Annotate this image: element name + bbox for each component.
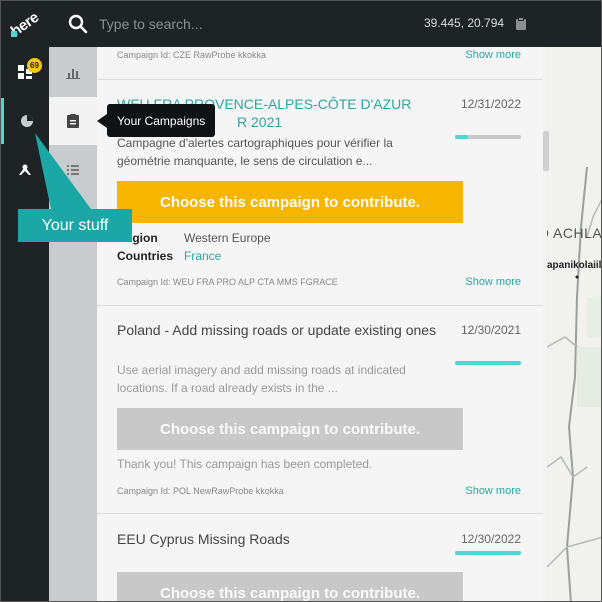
your-stuff-callout: Your stuff [18,209,132,242]
choose-campaign-button[interactable]: Choose this campaign to contribute. [117,572,463,601]
tools-button[interactable] [1,147,49,193]
show-more-link[interactable]: Show more [465,276,521,288]
map-place-label-small: apanikolaiil [547,260,602,271]
notification-badge: 69 [27,58,42,73]
campaign-progress-bar [455,135,521,139]
campaign-completed-message: Thank you! This campaign has been comple… [117,457,373,471]
campaign-id: Campaign Id: POL NewRawProbe kkokka [117,486,284,496]
campaign-end-date: 12/31/2022 [460,97,521,111]
progress-fill [455,361,521,365]
campaign-end-date: 12/30/2021 [460,323,521,337]
campaign-id: Campaign Id: CZE RawProbe kkokka [117,50,267,60]
progress-fill [455,551,521,555]
region-value: Western Europe [184,231,271,245]
map-place-label: O ACHLA [538,225,602,241]
panel-scrollbar[interactable] [543,131,549,171]
choose-campaign-button[interactable]: Choose this campaign to contribute. [117,408,463,450]
here-logo[interactable]: here [1,1,49,47]
pie-chart-icon [20,115,33,127]
campaign-id: Campaign Id: WEU FRA PRO ALP CTA MMS FGR… [117,277,338,287]
your-campaigns-tooltip: Your Campaigns [107,104,216,137]
statistics-tab[interactable] [49,49,97,97]
country-link[interactable]: France [184,249,221,263]
dashboard-button[interactable] [1,49,49,95]
show-more-link[interactable]: Show more [465,49,521,61]
campaign-description: Use aerial imagery and add missing roads… [117,363,406,395]
app-window: O ACHLA apanikolaiil 39.445, 20.794 here… [0,0,602,602]
campaign-card-partial: Campaign Id: CZE RawProbe kkokka Show mo… [97,47,543,77]
your-stuff-button[interactable] [1,98,49,144]
list-icon [67,165,79,175]
your-campaigns-tab[interactable] [49,97,97,145]
campaign-end-date: 12/30/2022 [460,532,521,546]
coordinates-readout: 39.445, 20.794 [424,16,505,30]
clipboard-list-icon [67,114,79,128]
copy-coordinates-icon[interactable] [514,17,528,36]
tools-icon [19,164,31,175]
top-bar: 39.445, 20.794 [49,1,601,47]
map-view[interactable] [547,47,601,601]
search-icon[interactable] [68,14,88,39]
tooltip-arrow [97,114,107,128]
search-input[interactable] [99,12,359,36]
progress-fill [455,135,469,139]
campaign-card-cyprus: EEU Cyprus Missing Roads 12/30/2022 Choo… [97,514,543,601]
map-roads [547,166,601,601]
secondary-sidebar [49,47,97,601]
campaign-progress-bar [455,551,521,555]
campaign-title[interactable]: Poland - Add missing roads or update exi… [117,321,437,339]
campaign-title[interactable]: EEU Cyprus Missing Roads [117,530,437,548]
campaign-card-poland: Poland - Add missing roads or update exi… [97,306,543,512]
show-more-link[interactable]: Show more [465,485,521,497]
countries-label: Countries [117,249,174,263]
campaign-description: Campagne d'alertes cartographiques pour … [117,136,393,168]
choose-campaign-button[interactable]: Choose this campaign to contribute. [117,181,463,223]
list-tab[interactable] [49,146,97,194]
campaign-progress-bar [455,361,521,365]
logo-accent [11,31,17,37]
main-sidebar: here 69 [1,1,49,601]
bar-chart-icon [66,69,80,79]
